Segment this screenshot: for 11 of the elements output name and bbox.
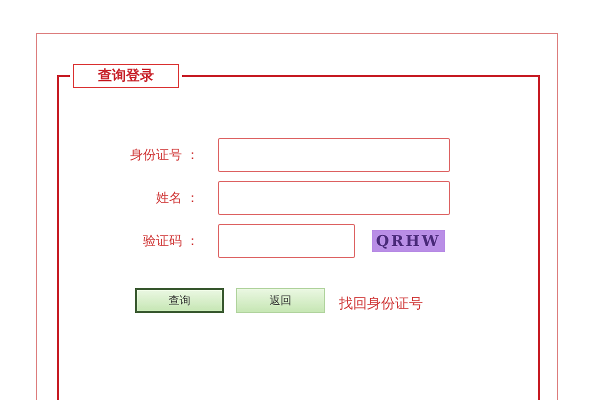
field-label: 验证码 ： — [142, 233, 199, 250]
field-label: 姓名 ： — [154, 190, 199, 207]
input-field[interactable] — [218, 138, 450, 172]
input-field[interactable] — [218, 224, 355, 258]
recover-id-link[interactable]: 找回身份证号 — [339, 295, 423, 313]
captcha-image: QRHW — [372, 230, 445, 252]
back-button[interactable]: 返回 — [236, 288, 325, 312]
legend-title: 查询登录 — [73, 64, 179, 88]
input-field[interactable] — [218, 181, 450, 215]
query-button[interactable]: 查询 — [135, 288, 224, 312]
field-label: 身份证号 ： — [128, 147, 199, 164]
